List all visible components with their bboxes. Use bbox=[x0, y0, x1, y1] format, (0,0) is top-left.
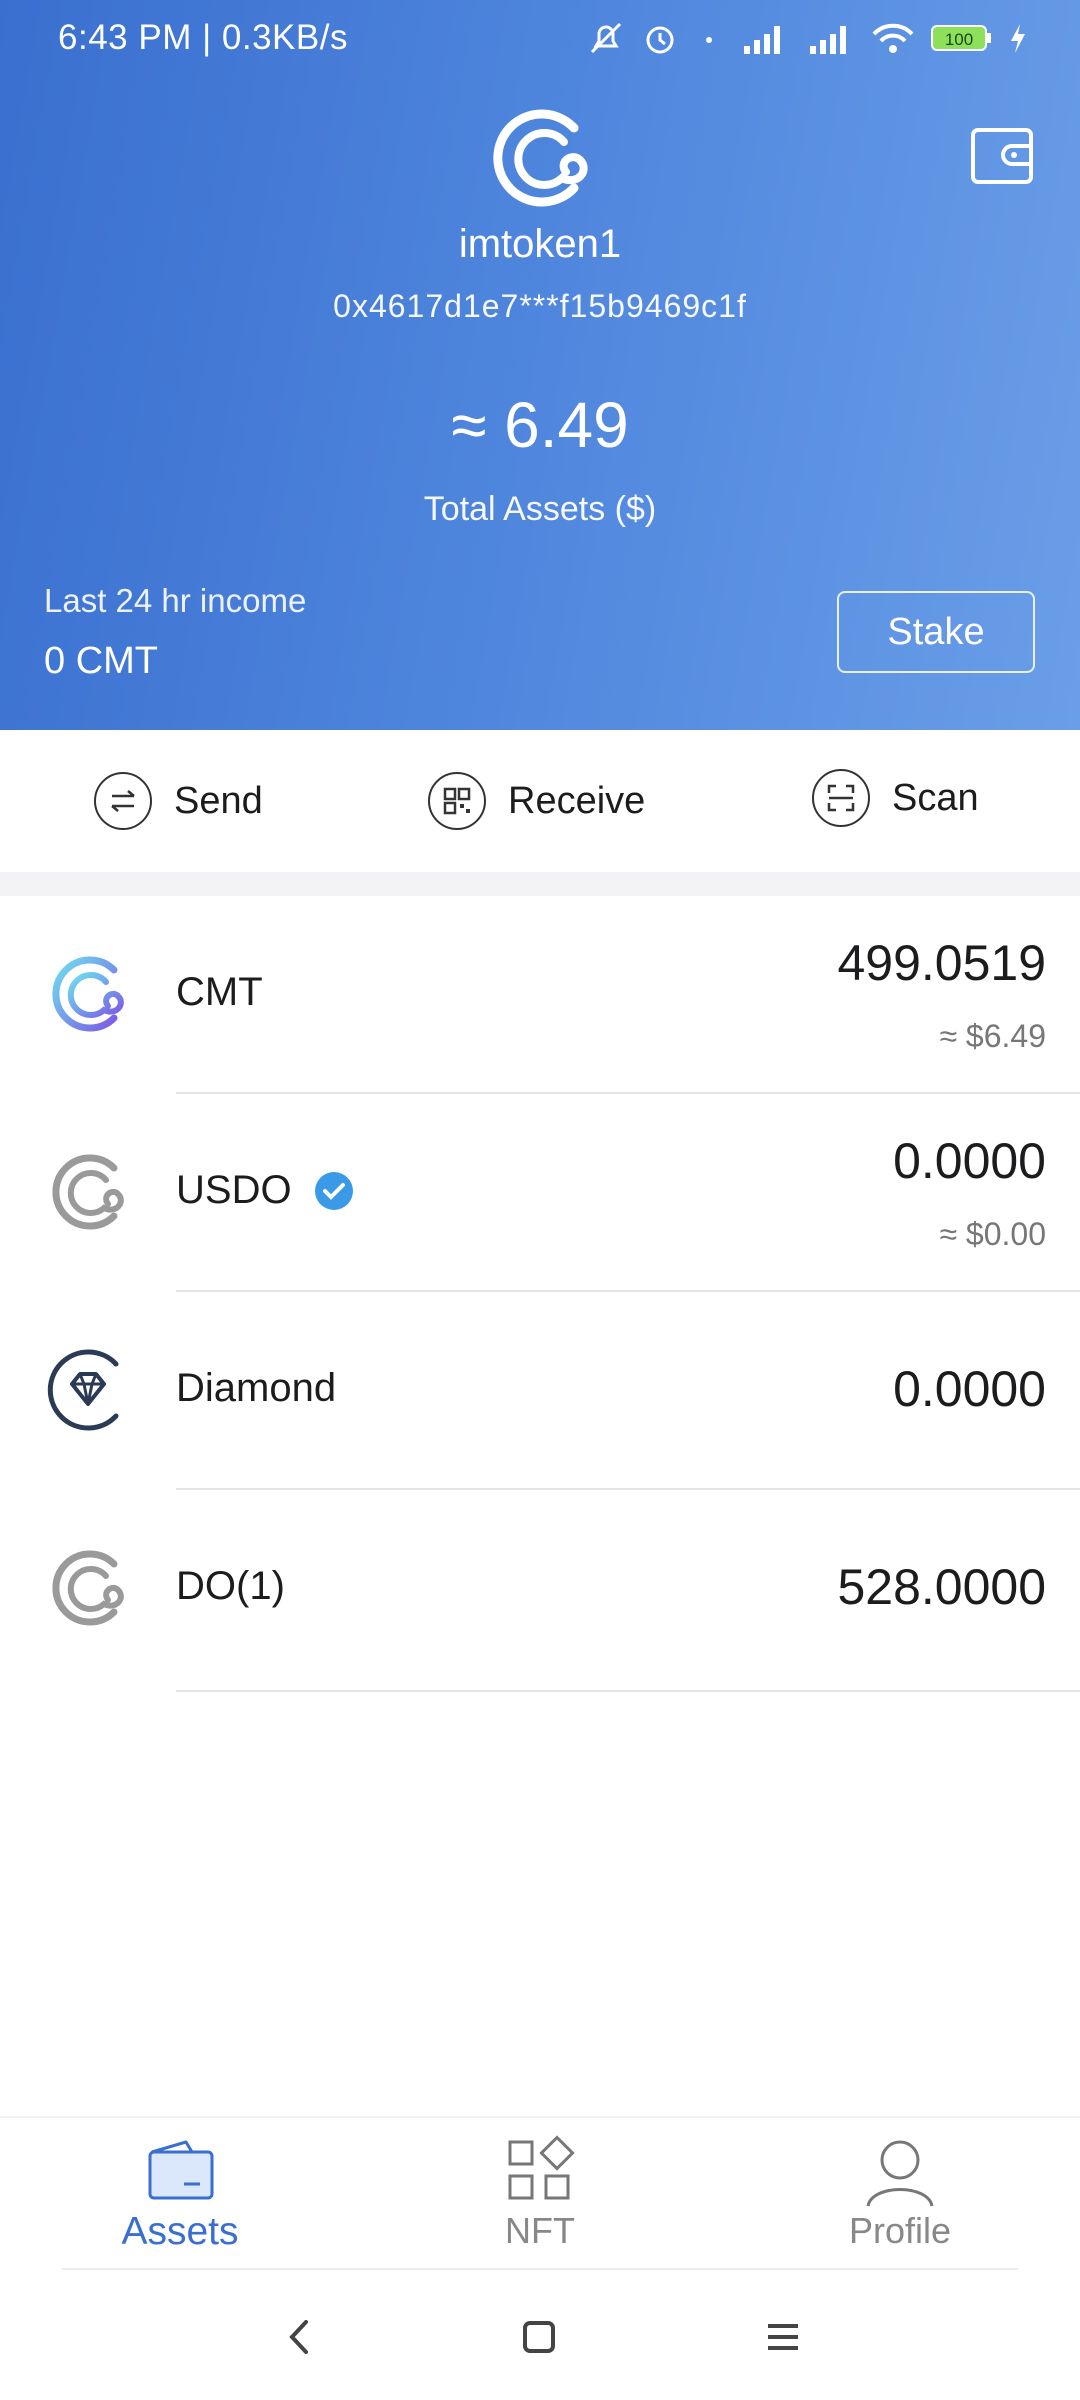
battery-icon: 100 bbox=[931, 25, 991, 51]
wallet-icon bbox=[148, 2140, 214, 2200]
tab-divider bbox=[62, 2268, 1018, 2270]
income-value: 0 CMT bbox=[44, 640, 158, 682]
tab-assets[interactable]: Assets bbox=[60, 2118, 300, 2274]
income-label: Last 24 hr income bbox=[44, 582, 307, 619]
verified-badge-icon bbox=[314, 1171, 353, 1210]
asset-fiat-value: ≈ $6.49 bbox=[939, 1018, 1046, 1054]
mute-icon bbox=[590, 22, 622, 54]
total-assets-value: ≈ 6.49 bbox=[451, 389, 629, 461]
wifi-icon bbox=[872, 23, 914, 53]
asset-name: CMT bbox=[176, 970, 263, 1014]
battery-level: 100 bbox=[945, 30, 973, 49]
row-divider bbox=[176, 1690, 1080, 1692]
hd-signal-icon bbox=[810, 26, 846, 54]
system-nav-bar bbox=[0, 2272, 1080, 2400]
recents-menu-icon[interactable] bbox=[758, 2312, 808, 2362]
tab-nft[interactable]: NFT bbox=[420, 2118, 660, 2274]
tab-label: Assets bbox=[121, 2210, 239, 2253]
asset-fiat-value: ≈ $0.00 bbox=[939, 1216, 1046, 1252]
asset-amount: 0.0000 bbox=[893, 1361, 1046, 1417]
receive-button[interactable]: Receive bbox=[428, 770, 645, 832]
home-icon[interactable] bbox=[514, 2312, 564, 2362]
asset-name-group: USDO bbox=[176, 1168, 354, 1213]
asset-name: Diamond bbox=[176, 1366, 337, 1410]
receive-label: Receive bbox=[508, 779, 646, 822]
send-button[interactable]: Send bbox=[94, 770, 263, 832]
asset-row-usdo[interactable]: USDO 0.0000 ≈ $0.00 bbox=[0, 1094, 1080, 1292]
wallet-name[interactable]: imtoken1 bbox=[0, 222, 1080, 267]
back-icon[interactable] bbox=[276, 2312, 326, 2362]
asset-row-diamond[interactable]: Diamond 0.0000 bbox=[0, 1292, 1080, 1490]
asset-amount: 528.0000 bbox=[837, 1559, 1046, 1615]
status-bar: 6:43 PM | 0.3KB/s 100 bbox=[0, 0, 1080, 70]
asset-name: DO(1) bbox=[176, 1564, 285, 1608]
tab-label: NFT bbox=[505, 2210, 575, 2251]
asset-amount: 0.0000 bbox=[893, 1133, 1046, 1189]
tab-profile[interactable]: Profile bbox=[780, 2118, 1020, 2274]
diamond-coin-icon bbox=[47, 1349, 119, 1431]
asset-amount: 499.0519 bbox=[837, 935, 1046, 991]
scan-button[interactable]: Scan bbox=[812, 767, 979, 829]
send-label: Send bbox=[174, 779, 263, 822]
asset-row-do[interactable]: DO(1) 528.0000 bbox=[0, 1490, 1080, 1692]
nft-grid-icon bbox=[508, 2135, 575, 2200]
alarm-icon bbox=[646, 26, 674, 54]
scan-label: Scan bbox=[892, 776, 979, 819]
asset-name: USDO bbox=[176, 1168, 292, 1212]
quick-actions: Send Receive Scan bbox=[0, 730, 1080, 872]
charging-icon bbox=[1011, 24, 1025, 53]
total-assets-label: Total Assets ($) bbox=[423, 490, 657, 528]
bottom-tab-bar: Assets NFT Profile bbox=[0, 2116, 1080, 2272]
qr-code-icon bbox=[428, 772, 486, 830]
status-icons: 100 bbox=[586, 18, 1028, 58]
cmt-coin-icon bbox=[52, 956, 124, 1032]
wallet-switch-icon[interactable] bbox=[968, 122, 1038, 192]
wallet-header: 6:43 PM | 0.3KB/s 100 imtoken1 0x4617d1e… bbox=[0, 0, 1080, 730]
stake-button[interactable]: Stake bbox=[837, 591, 1035, 673]
do-coin-icon bbox=[52, 1550, 124, 1626]
status-time-speed: 6:43 PM | 0.3KB/s bbox=[58, 18, 348, 57]
asset-row-cmt[interactable]: CMT 499.0519 ≈ $6.49 bbox=[0, 896, 1080, 1094]
tab-label: Profile bbox=[848, 2210, 952, 2251]
usdo-coin-icon bbox=[52, 1154, 124, 1230]
transfer-icon bbox=[94, 772, 152, 830]
hd-signal-icon bbox=[744, 26, 780, 54]
scan-icon bbox=[812, 769, 870, 827]
dot-icon bbox=[706, 37, 712, 43]
person-icon bbox=[866, 2140, 934, 2207]
wallet-address[interactable]: 0x4617d1e7***f15b9469c1f bbox=[0, 288, 1080, 325]
section-divider bbox=[0, 872, 1080, 896]
wallet-logo-icon bbox=[493, 109, 588, 207]
